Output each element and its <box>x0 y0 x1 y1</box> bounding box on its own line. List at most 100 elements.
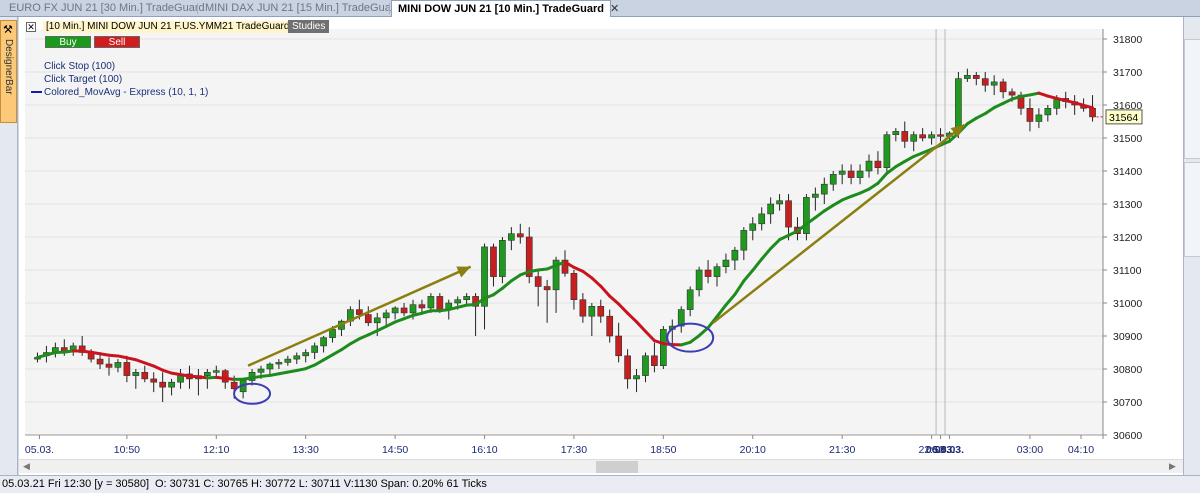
candle-body <box>937 134 944 137</box>
candle-body <box>829 174 837 185</box>
designer-bar-label: DesignerBar <box>3 39 14 95</box>
right-panel-tab-2[interactable] <box>1184 162 1200 257</box>
tab-separator <box>197 3 198 14</box>
indicator-click-target[interactable]: Click Target (100) <box>44 74 122 85</box>
right-panel-tab-1[interactable] <box>1184 39 1200 159</box>
candle-body <box>1008 91 1016 96</box>
chart-title: [10 Min.] MINI DOW JUN 21 F.US.YMM21 Tra… <box>43 21 293 33</box>
candle-body <box>141 371 149 380</box>
horizontal-scrollbar[interactable]: ◀ ▶ <box>19 459 1183 473</box>
x-tick-label: 04:10 <box>1068 444 1094 456</box>
y-tick-label: 31200 <box>1113 232 1142 244</box>
candle-body <box>758 213 766 225</box>
tab-mini-dax[interactable]: MINI DAX JUN 21 [15 Min.] TradeGuard <box>199 0 407 17</box>
candle-body <box>391 307 399 314</box>
right-toolbar <box>1183 17 1200 475</box>
candle-body <box>606 315 614 337</box>
candle-body <box>651 355 658 366</box>
status-bar: 05.03.21 Fri 12:30 [y = 30580] O: 30731 … <box>0 475 1200 493</box>
x-tick-label: 10:50 <box>114 444 140 456</box>
candle-body <box>999 81 1007 93</box>
indicator-click-stop[interactable]: Click Stop (100) <box>44 61 115 72</box>
close-chart-checkbox[interactable]: ✕ <box>26 22 36 32</box>
sell-button[interactable]: Sell <box>94 36 140 48</box>
y-tick-label: 31100 <box>1113 265 1142 277</box>
candle-body <box>114 362 122 368</box>
tab-mini-dow[interactable]: MINI DOW JUN 21 [10 Min.] TradeGuard ✕ <box>391 0 619 17</box>
y-tick-label: 30800 <box>1113 364 1142 376</box>
candle-body <box>311 345 318 353</box>
candle-body <box>266 363 274 370</box>
candle-body <box>704 269 712 277</box>
scroll-right-icon[interactable]: ▶ <box>1169 461 1176 472</box>
candle-body <box>731 249 739 261</box>
candle-body <box>892 131 900 136</box>
scroll-left-icon[interactable]: ◀ <box>23 461 30 472</box>
candle-body <box>543 286 551 291</box>
candle-body <box>132 371 140 376</box>
tab-separator <box>389 3 390 14</box>
candle-body <box>713 266 721 277</box>
candle-body <box>257 368 265 373</box>
y-tick-label: 30900 <box>1113 331 1142 343</box>
indicator-moving-average[interactable]: Colored_MovAvg - Express (10, 1, 1) <box>44 87 208 98</box>
candle-body <box>302 352 310 357</box>
buy-button[interactable]: Buy <box>45 36 91 48</box>
tab-bar: EURO FX JUN 21 [30 Min.] TradeGuard MINI… <box>0 0 1200 17</box>
candle-body <box>150 378 158 383</box>
candle-body <box>803 197 810 234</box>
candle-body <box>695 269 703 291</box>
candle-body <box>901 131 909 142</box>
candle-body <box>329 329 336 338</box>
candle-body <box>320 337 327 347</box>
candle-body <box>427 296 435 309</box>
candle-body <box>284 358 292 363</box>
candle-body <box>499 240 506 277</box>
candle-body <box>588 305 596 317</box>
candle-body <box>204 371 211 376</box>
candle-body <box>463 296 470 300</box>
candle-body <box>847 170 855 178</box>
moving-average-legend-swatch <box>31 91 42 93</box>
candle-body <box>579 299 587 317</box>
status-cursor-info: 05.03.21 Fri 12:30 [y = 30580] <box>2 478 150 490</box>
price-chart[interactable]: 30600 30700 30800 30900 31000 31100 31200 31300… <box>19 17 1183 459</box>
y-tick-label: 31300 <box>1113 199 1142 211</box>
candle-body <box>400 307 408 314</box>
candle-body <box>838 170 846 175</box>
candle-body <box>955 78 962 132</box>
candle-body <box>356 309 363 315</box>
studies-button[interactable]: Studies <box>288 20 330 33</box>
tab-euro-fx[interactable]: EURO FX JUN 21 [30 Min.] TradeGuard <box>3 0 211 17</box>
candle-body <box>382 312 390 319</box>
candle-body <box>105 363 113 368</box>
candle-body <box>990 81 998 86</box>
candle-body <box>910 134 918 142</box>
candle-body <box>373 317 381 324</box>
candle-body <box>454 299 462 304</box>
candle-body <box>820 183 828 195</box>
candle-body <box>418 304 426 309</box>
scroll-thumb[interactable] <box>596 461 638 473</box>
x-tick-label: 13:30 <box>293 444 319 456</box>
candle-body <box>767 203 774 215</box>
candle-body <box>570 272 578 300</box>
candle-body <box>168 381 175 388</box>
candle-body <box>212 370 220 373</box>
candle-body <box>1089 108 1096 118</box>
candle-body <box>928 134 935 139</box>
designer-bar-toggle[interactable]: ⚒ DesignerBar <box>0 20 17 123</box>
candle-body <box>159 381 166 388</box>
chart-area[interactable]: 30600 30700 30800 30900 31000 31100 31200 31300… <box>19 17 1183 475</box>
x-tick-label: 08.03. <box>935 444 964 456</box>
candle-body <box>919 134 926 139</box>
y-tick-label: 31000 <box>1113 298 1142 310</box>
candle-body <box>865 160 873 172</box>
candle-body <box>981 78 989 86</box>
candle-body <box>1035 114 1043 122</box>
close-tab-icon[interactable]: ✕ <box>610 3 619 15</box>
candle-body <box>123 362 131 376</box>
x-tick-label: 18:50 <box>650 444 676 456</box>
y-tick-label: 31800 <box>1113 34 1142 46</box>
candle-body <box>436 296 444 310</box>
